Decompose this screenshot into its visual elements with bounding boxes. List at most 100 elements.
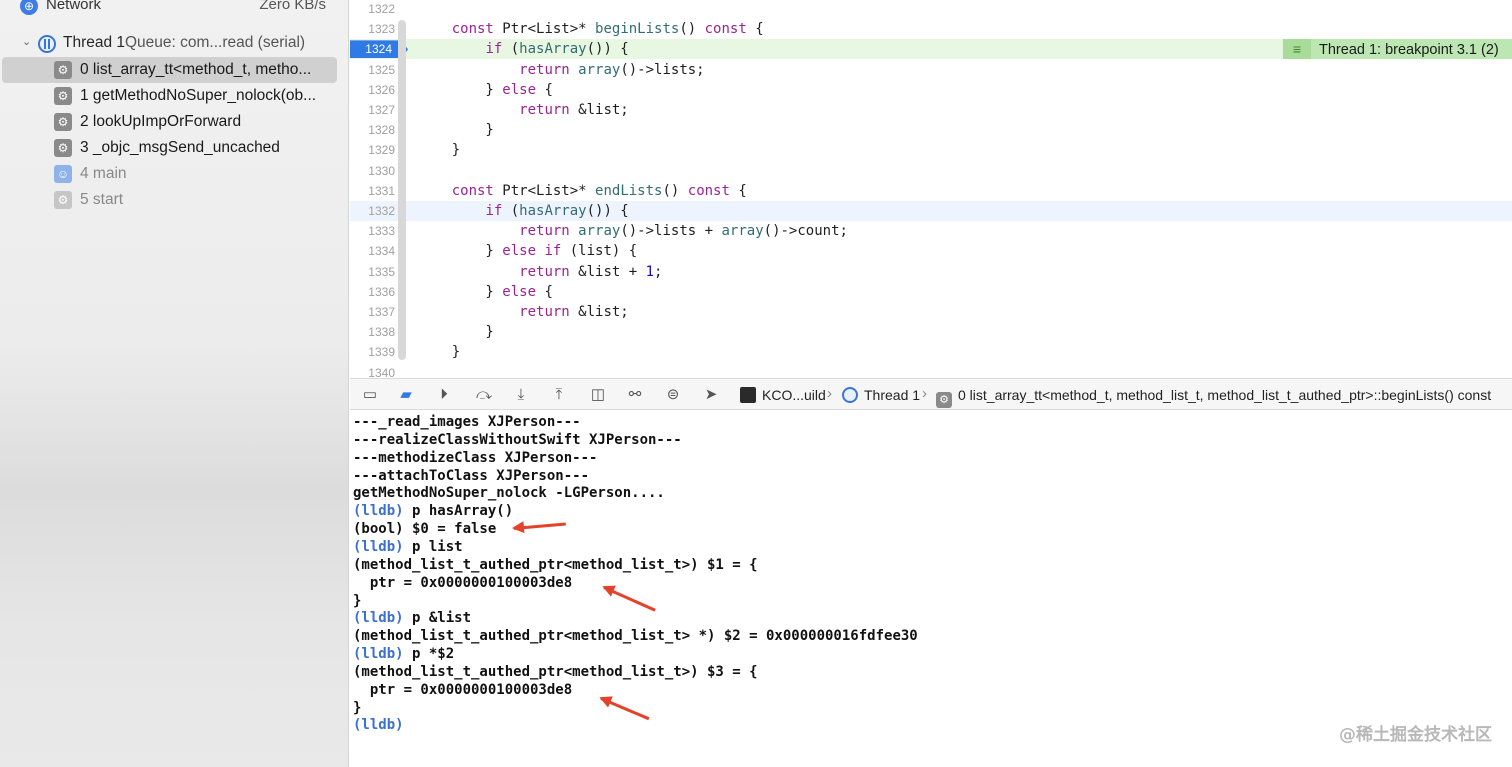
console-line: ---_read_images XJPerson--- <box>353 413 581 431</box>
console-line: (lldb) <box>353 716 404 734</box>
gear-icon: ⚙ <box>936 392 952 408</box>
line-number[interactable]: 1336 <box>350 282 395 302</box>
code-text: const Ptr<List>* endLists() const { <box>451 182 747 199</box>
lldb-prompt: (lldb) <box>353 538 404 555</box>
editor-scrollbar[interactable] <box>398 20 406 360</box>
view-hierarchy-icon[interactable]: ◫ <box>588 385 608 405</box>
console-line: } <box>353 699 361 717</box>
code-line[interactable]: 1322 <box>350 0 1512 19</box>
stack-frame-2[interactable]: ⚙ 2 lookUpImpOrForward <box>2 109 337 135</box>
gear-icon: ⚙ <box>54 87 72 105</box>
line-number[interactable]: 1329 <box>350 140 395 160</box>
code-text: } else if (list) { <box>418 243 638 260</box>
code-line[interactable]: 1331 const Ptr<List>* endLists() const { <box>350 181 1512 201</box>
line-number[interactable]: 1323 <box>350 19 395 39</box>
line-number[interactable]: 1339 <box>350 342 395 362</box>
code-line[interactable]: 13241324 if (hasArray()) {≡Thread 1: bre… <box>350 39 1512 60</box>
console-line: (lldb) p hasArray() <box>353 502 513 520</box>
chevron-down-icon[interactable]: ⌄ <box>22 35 31 48</box>
stack-frame-0[interactable]: ⚙ 0 list_array_tt<method_t, metho... <box>2 57 337 83</box>
code-text: } <box>418 122 494 139</box>
line-number[interactable]: 1334 <box>350 241 395 261</box>
console-line: ptr = 0x0000000100003de8 <box>353 574 572 592</box>
line-number[interactable]: 1326 <box>350 80 395 100</box>
line-number[interactable]: 1325 <box>350 60 395 80</box>
code-line[interactable]: 1337 return &list; <box>350 302 1512 322</box>
step-into-icon[interactable]: ⤓ <box>511 385 531 405</box>
breakpoints-toggle-icon[interactable]: ▰ <box>396 385 416 405</box>
lldb-prompt: (lldb) <box>353 717 404 734</box>
line-number[interactable]: 1330 <box>350 161 395 181</box>
chevron-right-icon: › <box>922 385 927 402</box>
code-line[interactable]: 1327 return &list; <box>350 100 1512 120</box>
simulate-location-icon[interactable]: ➤ <box>701 385 721 405</box>
console-line: ---attachToClass XJPerson--- <box>353 467 589 485</box>
line-number[interactable]: 1340 <box>350 363 395 378</box>
code-line[interactable]: 1334 } else if (list) { <box>350 241 1512 261</box>
stack-frame-3[interactable]: ⚙ 3 _objc_msgSend_uncached <box>2 135 337 161</box>
gear-icon: ⚙ <box>54 61 72 79</box>
step-out-icon[interactable]: ⤒ <box>549 385 569 405</box>
code-line[interactable]: 1326 } else { <box>350 80 1512 100</box>
code-line[interactable]: 1323 const Ptr<List>* beginLists() const… <box>350 19 1512 39</box>
stack-frame-1[interactable]: ⚙ 1 getMethodNoSuper_nolock(ob... <box>2 83 337 109</box>
code-text: return &list; <box>519 102 629 118</box>
lldb-console[interactable]: ---_read_images XJPerson--- ---realizeCla… <box>350 410 1512 767</box>
environment-overrides-icon[interactable]: ⊜ <box>663 385 683 405</box>
code-line[interactable]: 1335 return &list + 1; <box>350 262 1512 282</box>
network-value: Zero KB/s <box>259 0 326 13</box>
code-line[interactable]: 1329 } <box>350 140 1512 160</box>
code-line[interactable]: 1339 } <box>350 342 1512 362</box>
breakpoint-banner[interactable]: ≡ Thread 1: breakpoint 3.1 (2) <box>1283 39 1512 60</box>
breadcrumb-frame-label: 0 list_array_tt<method_t, method_list_t,… <box>958 387 1492 403</box>
memory-graph-icon[interactable]: ⚯ <box>625 385 645 405</box>
console-line: (method_list_t_authed_ptr<method_list_t>… <box>353 663 758 681</box>
line-number[interactable]: 1322 <box>350 0 395 19</box>
line-number[interactable]: 1337 <box>350 302 395 322</box>
debug-bar: ▭ ▰ ⏵ ⤼ ⤓ ⤒ ◫ ⚯ ⊜ ➤ KCO...uild › Thread … <box>350 378 1512 410</box>
stack-frame-label: 2 lookUpImpOrForward <box>80 113 242 130</box>
code-line[interactable]: 1338 } <box>350 322 1512 342</box>
console-text: (bool) $0 = false <box>353 521 497 538</box>
line-number[interactable]: 1328 <box>350 120 395 140</box>
code-line[interactable]: 1336 } else { <box>350 282 1512 302</box>
code-line[interactable]: 1340 <box>350 363 1512 378</box>
console-text: ptr = 0x0000000100003de8 <box>353 681 573 698</box>
step-over-icon[interactable]: ⤼ <box>474 385 494 405</box>
console-text: } <box>353 699 362 716</box>
console-line: (lldb) p list <box>353 538 463 556</box>
code-text: return array()->lists + array()->count; <box>519 223 848 240</box>
code-line[interactable]: 1332 if (hasArray()) { <box>350 201 1512 221</box>
code-line[interactable]: 1328 } <box>350 120 1512 140</box>
stack-frame-label: 0 list_array_tt<method_t, metho... <box>80 61 312 78</box>
code-line[interactable]: 1330 <box>350 161 1512 181</box>
network-gauge-row[interactable]: ⊕ Network Zero KB/s <box>20 0 330 16</box>
console-text: (method_list_t_authed_ptr<method_list_t>… <box>353 556 758 573</box>
stack-frame-4[interactable]: ☺ 4 main <box>2 161 337 187</box>
stack-frame-label: 3 _objc_msgSend_uncached <box>80 139 280 156</box>
line-number[interactable]: 1332 <box>350 201 395 221</box>
continue-icon[interactable]: ⏵ <box>434 385 454 405</box>
code-line[interactable]: 1333 return array()->lists + array()->co… <box>350 221 1512 241</box>
lldb-prompt: (lldb) <box>353 610 404 627</box>
source-editor[interactable]: 1322 1323 const Ptr<List>* beginLists() c… <box>350 0 1512 378</box>
code-text: } else { <box>418 283 553 300</box>
breadcrumb-frame[interactable]: ⚙ 0 list_array_tt<method_t, method_list_t… <box>936 386 1492 408</box>
line-number[interactable]: 1335 <box>350 262 395 282</box>
breadcrumb-thread[interactable]: Thread 1 <box>842 386 920 406</box>
line-number[interactable]: 1331 <box>350 181 395 201</box>
line-number[interactable]: 1333 <box>350 221 395 241</box>
annotation-arrow <box>600 697 650 721</box>
console-text: p hasArray() <box>403 503 514 520</box>
hide-console-icon[interactable]: ▭ <box>360 385 380 405</box>
gear-icon: ⚙ <box>54 191 72 209</box>
breadcrumb-target[interactable]: KCO...uild <box>740 386 826 406</box>
line-number[interactable]: 1338 <box>350 322 395 342</box>
stack-frame-5[interactable]: ⚙ 5 start <box>2 187 337 213</box>
console-text: p list <box>403 538 463 555</box>
annotation-arrow <box>603 586 656 612</box>
line-number[interactable]: 1327 <box>350 100 395 120</box>
code-line[interactable]: 1325 return array()->lists; <box>350 60 1512 80</box>
thread-queue: Queue: com...read (serial) <box>125 34 306 51</box>
code-text: if (hasArray()) { <box>485 203 629 219</box>
